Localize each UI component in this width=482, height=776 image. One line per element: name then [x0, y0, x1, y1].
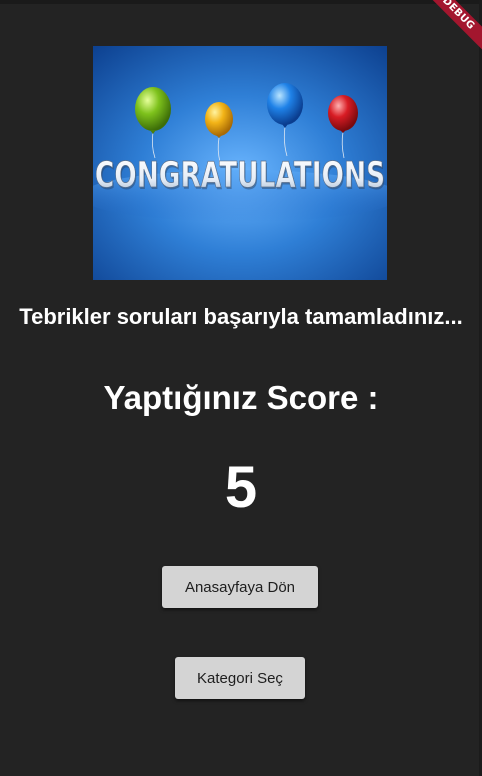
- banner-text: CONGRATULATIONS: [95, 155, 385, 196]
- result-screen: CONGRATULATIONS CONGRATULATIONS Tebrikle…: [0, 0, 482, 776]
- congratulations-illustration: CONGRATULATIONS CONGRATULATIONS: [80, 46, 400, 280]
- congratulations-image: CONGRATULATIONS CONGRATULATIONS: [80, 46, 400, 280]
- score-value: 5: [224, 455, 258, 520]
- debug-ribbon-label: DEBUG: [422, 0, 482, 56]
- debug-banner: DEBUG: [422, 0, 482, 60]
- home-button[interactable]: Anasayfaya Dön: [162, 566, 318, 608]
- status-bar: [0, 0, 482, 4]
- score-label: Yaptığınız Score :: [103, 379, 379, 416]
- completion-message: Tebrikler soruları başarıyla tamamladını…: [19, 304, 463, 329]
- select-category-button[interactable]: Kategori Seç: [175, 657, 305, 699]
